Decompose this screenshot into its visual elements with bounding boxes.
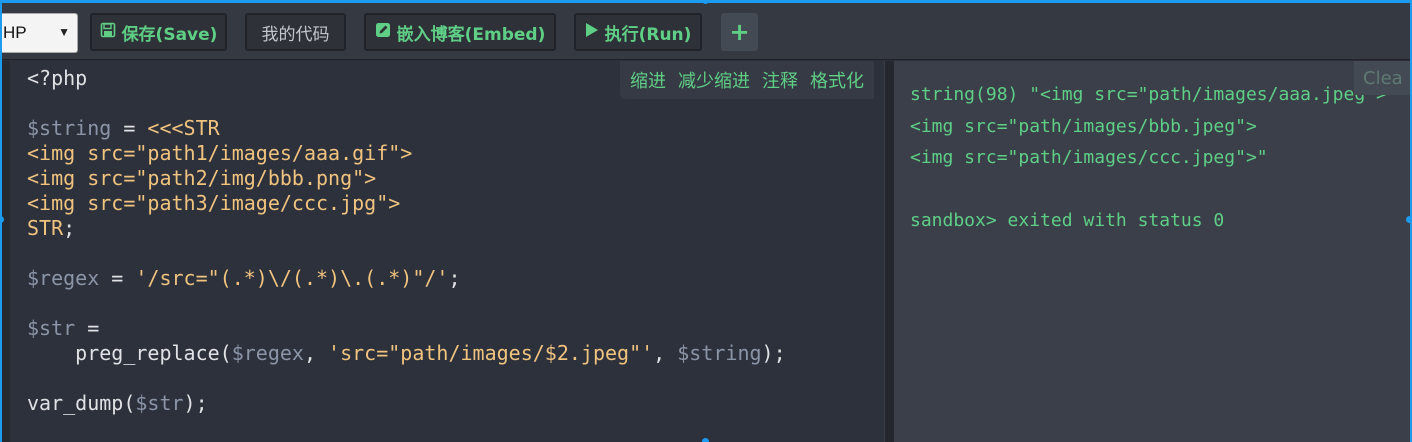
code-token: var_dump( <box>27 391 136 415</box>
code-token: $string <box>27 116 112 140</box>
code-token: $string <box>677 341 762 365</box>
code-line: <img src="path3/image/ccc.jpg"> <box>27 191 786 216</box>
floppy-disk-icon <box>100 22 116 43</box>
code-line: preg_replace($regex, 'src="path/images/$… <box>27 341 786 366</box>
my-code-button[interactable]: 我的代码 <box>245 13 346 51</box>
code-line: <img src="path1/images/aaa.gif"> <box>27 141 786 166</box>
code-token: '/src="(.*)\/(.*)\.(.*)"/' <box>135 266 449 290</box>
code-editor[interactable]: <?php $string = <<<STR <img src="path1/ima… <box>2 61 884 442</box>
code-line: <img src="path2/img/bbb.png"> <box>27 166 786 191</box>
save-button[interactable]: 保存(Save) <box>90 13 227 51</box>
save-button-label: 保存(Save) <box>121 24 218 45</box>
clear-button[interactable]: Clea <box>1354 61 1410 95</box>
my-code-button-label: 我的代码 <box>261 24 330 45</box>
editor-tool-button[interactable]: 减少缩进 <box>678 67 750 93</box>
editor-tool-button[interactable]: 注释 <box>762 67 798 93</box>
output-line: sandbox> exited with status 0 <box>910 210 1225 231</box>
code-line: STR; <box>27 216 786 241</box>
edit-icon <box>375 22 391 43</box>
resize-handle-right[interactable] <box>1406 216 1412 223</box>
code-token: <?php <box>27 66 88 90</box>
pane-divider[interactable] <box>884 61 894 442</box>
editor-tool-button[interactable]: 格式化 <box>810 67 864 93</box>
code-token: ; <box>63 216 76 240</box>
code-line: var_dump($str); <box>27 391 786 416</box>
editor-tool-button[interactable]: 缩进 <box>630 67 666 93</box>
code-token: $regex <box>231 341 304 365</box>
run-button-label: 执行(Run) <box>604 24 692 45</box>
code-token: = <box>75 316 100 340</box>
code-token: = <box>111 116 148 140</box>
code-line: $regex = '/src="(.*)\/(.*)\.(.*)"/'; <box>27 266 786 291</box>
code-token: $regex <box>27 266 100 290</box>
code-line: $str = <box>27 316 786 341</box>
plus-icon: + <box>729 18 750 46</box>
code-token: , <box>653 341 678 365</box>
code-token: $str <box>135 391 184 415</box>
embed-button[interactable]: 嵌入博客(Embed) <box>364 13 556 51</box>
code-token: STR <box>27 216 64 240</box>
output-line: <img src="path/images/bbb.jpeg"> <box>910 115 1257 137</box>
chevron-down-icon: ▼ <box>58 25 70 39</box>
code-token: , <box>303 341 329 365</box>
toolbar: HP ▼ 保存(Save) 我的代码 嵌入博客(Embed) 执行(Run) + <box>0 3 1412 60</box>
code-line: $string = <<<STR <box>27 116 786 141</box>
code-token: $str <box>27 316 76 340</box>
code-token: <<<STR <box>147 116 220 140</box>
output-text: string(98) "<img src="path/images/aaa.jp… <box>910 79 1387 237</box>
code-token: ; <box>448 266 461 290</box>
code-token: = <box>99 266 136 290</box>
code-token: ); <box>761 341 786 365</box>
code-content[interactable]: <?php $string = <<<STR <img src="path1/ima… <box>27 66 786 416</box>
output-line: <img src="path/images/ccc.jpeg">" <box>910 147 1268 168</box>
editor-tools: 缩进 减少缩进 注释 格式化 <box>620 61 874 99</box>
code-token: ); <box>183 391 208 415</box>
language-select-value: HP <box>3 23 27 42</box>
clear-button-label: Clea <box>1363 68 1403 89</box>
resize-handle-bottom[interactable] <box>702 438 709 442</box>
code-token: <img src="path2/img/bbb.png"> <box>27 166 377 190</box>
editor-gutter <box>2 61 10 442</box>
code-token: preg_replace( <box>27 341 232 365</box>
output-line: string(98) "<img src="path/images/aaa.jp… <box>910 84 1387 105</box>
code-token: 'src="path/images/$2.jpeg"' <box>328 341 654 365</box>
add-button[interactable]: + <box>721 13 758 51</box>
play-icon <box>585 22 599 43</box>
language-select[interactable]: HP ▼ <box>0 13 78 53</box>
code-token: <img src="path1/images/aaa.gif"> <box>27 141 413 165</box>
code-token: <img src="path3/image/ccc.jpg"> <box>27 191 401 215</box>
output-panel: string(98) "<img src="path/images/aaa.jp… <box>894 61 1410 442</box>
run-button[interactable]: 执行(Run) <box>574 13 702 51</box>
embed-button-label: 嵌入博客(Embed) <box>396 24 546 45</box>
